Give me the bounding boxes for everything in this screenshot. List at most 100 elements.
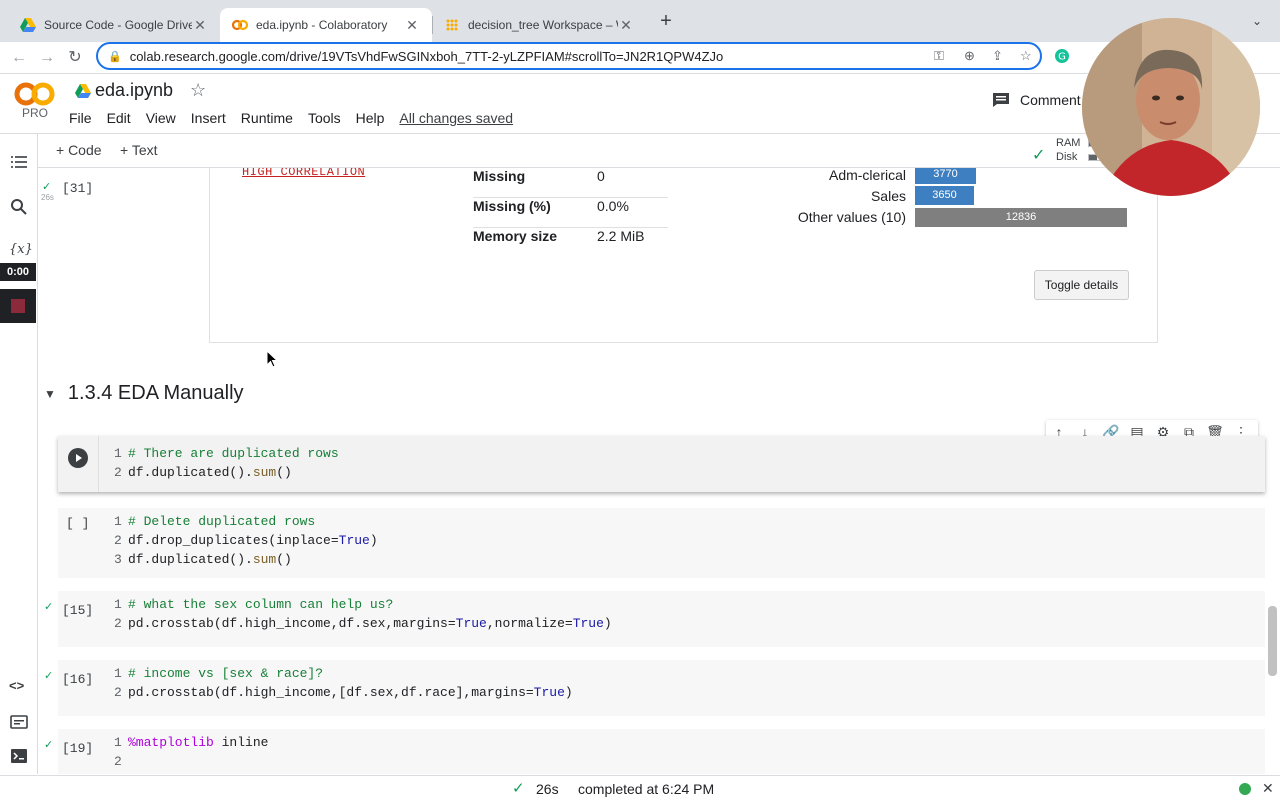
code-token: ): [603, 616, 612, 631]
presenter-video-image: [1082, 18, 1260, 196]
section-heading[interactable]: ▼ 1.3.4 EDA Manually: [44, 382, 244, 405]
table-of-contents-icon[interactable]: [9, 152, 29, 172]
comment-icon: [993, 93, 1009, 107]
close-tab-icon[interactable]: ✕: [618, 17, 634, 34]
zoom-icon[interactable]: ⊕: [964, 48, 975, 64]
code-snippets-icon[interactable]: <>: [9, 678, 29, 698]
menu-file[interactable]: File: [69, 110, 92, 126]
workspace-icon: [446, 19, 458, 31]
code-token: %matplotlib: [128, 735, 214, 750]
browser-tab-workspace[interactable]: decision_tree Workspace – We ✕: [432, 8, 646, 42]
code-cell[interactable]: 1 # There are duplicated rows 2 df.duplicat…: [58, 436, 1265, 492]
code-line[interactable]: # Delete duplicated rows: [128, 514, 315, 529]
stat-row-missing: Missing 0: [473, 168, 668, 198]
category-bar: 3650: [915, 186, 974, 205]
toggle-details-button[interactable]: Toggle details: [1034, 270, 1129, 300]
browser-tab-drive[interactable]: Source Code - Google Drive ✕: [8, 8, 220, 42]
menu-tools[interactable]: Tools: [308, 110, 341, 126]
colab-logo-icon[interactable]: [14, 82, 56, 106]
stat-row-memory-size: Memory size 2.2 MiB: [473, 228, 668, 258]
category-bar: 3770: [915, 168, 976, 184]
status-message[interactable]: completed at 6:24 PM: [578, 781, 714, 797]
menu-insert[interactable]: Insert: [191, 110, 226, 126]
google-drive-icon[interactable]: [75, 84, 91, 98]
menu-view[interactable]: View: [146, 110, 176, 126]
cell-success-check-icon: ✓: [44, 670, 54, 682]
add-text-button[interactable]: + Text: [120, 142, 158, 158]
code-line[interactable]: pd.crosstab(df.high_income,[df.sex,df.ra…: [128, 685, 573, 700]
variables-icon[interactable]: {x}: [9, 242, 33, 262]
code-cell[interactable]: [15] 1 # what the sex column can help us?…: [58, 591, 1265, 647]
code-cell[interactable]: [16] 1 # income vs [sex & race]? 2 pd.cross…: [58, 660, 1265, 716]
code-line[interactable]: pd.crosstab(df.high_income,df.sex,margin…: [128, 616, 612, 631]
tab-title: Source Code - Google Drive: [44, 18, 192, 32]
pro-label: PRO: [22, 106, 49, 120]
notebook-title[interactable]: eda.ipynb: [95, 80, 173, 101]
record-stop-button[interactable]: [0, 289, 36, 323]
menu-edit[interactable]: Edit: [107, 110, 131, 126]
grammarly-extension-icon[interactable]: G: [1054, 48, 1070, 64]
line-number: 2: [114, 754, 122, 769]
disk-meter-fill: [1089, 155, 1097, 160]
code-cell[interactable]: [ ] 1 # Delete duplicated rows 2 df.drop_du…: [58, 508, 1265, 578]
code-token: # There are duplicated rows: [128, 446, 339, 461]
code-cell[interactable]: [19] 1 %matplotlib inline 2: [58, 729, 1265, 774]
bookmark-star-icon[interactable]: ☆: [1020, 48, 1032, 64]
execution-count: [16]: [62, 672, 94, 687]
menu-help[interactable]: Help: [356, 110, 385, 126]
connection-status-dot[interactable]: [1239, 783, 1251, 795]
code-token: True: [338, 533, 370, 548]
code-line[interactable]: # There are duplicated rows: [128, 446, 339, 461]
recording-timer: 0:00: [0, 263, 36, 281]
code-line[interactable]: %matplotlib inline: [128, 735, 268, 750]
disk-label: Disk: [1056, 151, 1078, 163]
execution-count: [19]: [62, 741, 94, 756]
code-token: (): [276, 465, 292, 480]
back-arrow-icon[interactable]: ←: [8, 47, 30, 69]
run-cell-button[interactable]: [68, 448, 88, 468]
line-number: 2: [114, 616, 122, 631]
code-line[interactable]: df.duplicated().sum(): [128, 552, 292, 567]
left-sidebar: {x} 0:00 <>: [0, 134, 38, 774]
stat-value: 0.0%: [597, 198, 629, 214]
save-status-link[interactable]: All changes saved: [399, 110, 513, 126]
close-tab-icon[interactable]: ✕: [404, 17, 420, 34]
vertical-scrollbar[interactable]: [1268, 606, 1277, 676]
stop-icon: [11, 299, 25, 313]
menu-runtime[interactable]: Runtime: [241, 110, 293, 126]
code-line[interactable]: # income vs [sex & race]?: [128, 666, 323, 681]
comment-button[interactable]: Comment: [992, 92, 1081, 108]
collapse-triangle-icon[interactable]: ▼: [44, 387, 56, 401]
code-token: df.duplicated().: [128, 465, 253, 480]
close-tab-icon[interactable]: ✕: [192, 17, 208, 34]
key-icon[interactable]: ⚿: [934, 48, 944, 64]
star-icon[interactable]: ☆: [190, 80, 206, 101]
code-token: # Delete duplicated rows: [128, 514, 316, 529]
code-token: sum: [252, 552, 277, 567]
line-number: 1: [114, 666, 122, 681]
connected-check-icon: ✓: [1032, 147, 1046, 164]
browser-tab-colab[interactable]: eda.ipynb - Colaboratory ✕: [220, 8, 432, 42]
close-status-icon[interactable]: ✕: [1262, 780, 1274, 797]
code-line[interactable]: df.drop_duplicates(inplace=True): [128, 533, 378, 548]
line-number: 1: [114, 514, 122, 529]
code-line[interactable]: df.duplicated().sum(): [128, 465, 292, 480]
cell-success-check-icon: ✓: [42, 181, 52, 193]
code-token: ): [564, 685, 573, 700]
add-code-button[interactable]: + Code: [56, 142, 102, 158]
forward-arrow-icon[interactable]: →: [36, 47, 58, 69]
code-token: df.drop_duplicates(inplace=: [128, 533, 339, 548]
code-line[interactable]: # what the sex column can help us?: [128, 597, 393, 612]
tab-title: decision_tree Workspace – We: [468, 18, 618, 32]
new-tab-button[interactable]: +: [656, 11, 676, 32]
cell-success-check-icon: ✓: [44, 739, 54, 751]
command-palette-icon[interactable]: [9, 712, 29, 732]
search-icon[interactable]: [9, 197, 29, 217]
address-bar[interactable]: 🔒 colab.research.google.com/drive/19VTsV…: [96, 42, 1042, 70]
profile-report-output: HIGH CORRELATION Missing 0 Missing (%) 0…: [209, 168, 1158, 343]
reload-icon[interactable]: ↻: [64, 47, 86, 69]
code-token: (): [276, 552, 292, 567]
share-icon[interactable]: ⇪: [992, 48, 1003, 64]
terminal-icon[interactable]: [9, 746, 29, 766]
tab-search-chevron-icon[interactable]: ⌄: [1252, 14, 1262, 28]
